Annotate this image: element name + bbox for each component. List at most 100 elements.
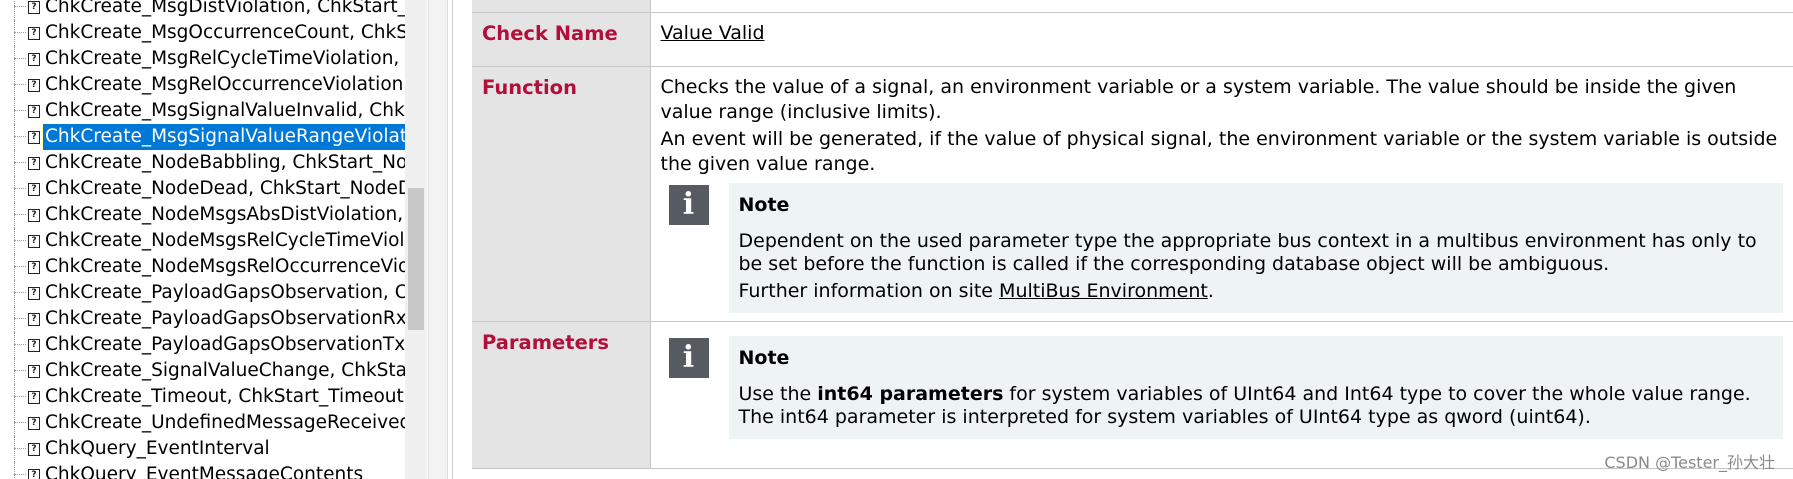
tree-item[interactable]: ? ChkCreate_MsgSignalValueRangeViolatio <box>0 124 405 150</box>
tree-connector-line <box>14 384 15 410</box>
tree-item-label[interactable]: ChkQuery_EventInterval <box>43 436 272 462</box>
tree-item-label[interactable]: ChkCreate_UndefinedMessageReceived, C <box>43 410 405 436</box>
tree-connector-line <box>14 436 15 462</box>
tree-item-label[interactable]: ChkCreate_MsgSignalValueInvalid, ChkSta <box>43 98 405 124</box>
tree-item[interactable]: ? ChkCreate_MsgOccurrenceCount, ChkStar <box>0 20 405 46</box>
tree-item[interactable]: ? ChkCreate_NodeBabbling, ChkStart_Node <box>0 150 405 176</box>
tree-item-label[interactable]: ChkCreate_NodeDead, ChkStart_NodeDea <box>43 176 405 202</box>
tree-item-label[interactable]: ChkCreate_SignalValueChange, ChkStart_ <box>43 358 405 384</box>
tree-branch-line <box>14 6 26 7</box>
topic-tree-pane: ? ChkCreate_MsgDistViolation, ChkStart_Ms… <box>0 0 428 479</box>
tree-connector-line <box>14 124 15 150</box>
help-page-icon: ? <box>28 443 40 456</box>
tree-item[interactable]: ? ChkCreate_NodeMsgsRelOccurrenceViola <box>0 254 405 280</box>
pane-splitter[interactable] <box>428 0 448 479</box>
tree-item[interactable]: ? ChkCreate_PayloadGapsObservationTx, Cl <box>0 332 405 358</box>
tree-item-label[interactable]: ChkCreate_MsgRelCycleTimeViolation, Ch <box>43 46 405 72</box>
tree-item-label[interactable]: ChkCreate_Timeout, ChkStart_Timeout <box>43 384 405 410</box>
tree-item-label[interactable]: ChkCreate_NodeMsgsRelOccurrenceViola <box>43 254 405 280</box>
tree-item[interactable]: ? ChkCreate_MsgDistViolation, ChkStart_Ms <box>0 0 405 20</box>
help-page-icon: ? <box>28 339 40 352</box>
help-page-icon: ? <box>28 27 40 40</box>
tree-item-label[interactable]: ChkCreate_PayloadGapsObservationTx, Cl <box>43 332 405 358</box>
function-note-text: Dependent on the used parameter type the… <box>738 229 1757 275</box>
parameters-note-title: Note <box>738 346 790 369</box>
tree-branch-line <box>14 240 26 241</box>
tree-item-label[interactable]: ChkCreate_MsgDistViolation, ChkStart_Ms <box>43 0 405 20</box>
tree-item[interactable]: ? ChkCreate_MsgRelCycleTimeViolation, Ch <box>0 46 405 72</box>
tree-item-label[interactable]: ChkCreate_MsgRelOccurrenceViolation, C <box>43 72 405 98</box>
help-page-icon: ? <box>28 261 40 274</box>
further-info-prefix: Further information on site <box>738 279 1000 302</box>
parameters-description: i Note Use the int64 parameters for syst… <box>650 321 1793 469</box>
function-description: Checks the value of a signal, an environ… <box>650 66 1793 322</box>
tree-item-label[interactable]: ChkCreate_NodeMsgsRelCycleTimeViolat <box>43 228 405 254</box>
tree-item-label[interactable]: ChkCreate_PayloadGapsObservation, Chk <box>43 280 405 306</box>
function-note-body: Note Dependent on the used parameter typ… <box>728 182 1783 313</box>
tree-item-label[interactable]: ChkCreate_MsgSignalValueRangeViolatio <box>42 124 405 150</box>
multibus-environment-link[interactable]: MultiBus Environment <box>999 280 1208 302</box>
content-border <box>452 0 466 479</box>
help-page-icon: ? <box>28 105 40 118</box>
help-page-icon: ? <box>28 209 40 222</box>
tree-item[interactable]: ? ChkCreate_NodeMsgsAbsDistViolation, C <box>0 202 405 228</box>
tree-item-label[interactable]: ChkCreate_PayloadGapsObservationRx, C <box>43 306 405 332</box>
tree-branch-line <box>14 84 26 85</box>
help-page-icon: ? <box>28 313 40 326</box>
tree-branch-line <box>14 136 26 137</box>
help-page-icon: ? <box>28 183 40 196</box>
param-note-prefix: Use the <box>738 382 818 405</box>
parameters-row: Parameters i Note Use the int64 paramete… <box>472 321 1793 469</box>
tree-connector-line <box>14 332 15 358</box>
tree-item[interactable]: ? ChkCreate_PayloadGapsObservationRx, C <box>0 306 405 332</box>
tree-item[interactable]: ? ChkCreate_SignalValueChange, ChkStart_ <box>0 358 405 384</box>
help-page-icon: ? <box>28 417 40 430</box>
tree-branch-line <box>14 266 26 267</box>
tree-item[interactable]: ? ChkCreate_NodeMsgsRelCycleTimeViolat <box>0 228 405 254</box>
tree-branch-line <box>14 422 26 423</box>
check-name-label: Check Name <box>472 12 651 67</box>
tree-item-label[interactable]: ChkQuery_EventMessageContents <box>43 462 365 479</box>
function-para-2: An event will be generated, if the value… <box>660 127 1778 175</box>
tree-item[interactable]: ? ChkCreate_MsgRelOccurrenceViolation, C <box>0 72 405 98</box>
tree-scrollbar-thumb[interactable] <box>408 188 424 330</box>
tree-item-label[interactable]: ChkCreate_NodeMsgsAbsDistViolation, C <box>43 202 405 228</box>
tree-item[interactable]: ? ChkCreate_UndefinedMessageReceived, C <box>0 410 405 436</box>
tree-branch-line <box>14 448 26 449</box>
info-icon: i <box>668 337 709 378</box>
function-row: Function Checks the value of a signal, a… <box>472 66 1793 322</box>
tree-connector-line <box>14 202 15 228</box>
watermark: CSDN @Tester_孙大壮 <box>1604 453 1775 472</box>
tree-branch-line <box>14 318 26 319</box>
tree-item[interactable]: ? ChkQuery_EventMessageContents <box>0 462 405 479</box>
help-page-icon: ? <box>28 235 40 248</box>
parameters-note: i Note Use the int64 parameters for syst… <box>668 335 1783 460</box>
tree-connector-line <box>14 228 15 254</box>
check-name-link[interactable]: Value Valid <box>661 22 765 44</box>
tree-branch-line <box>14 474 26 475</box>
tree-item[interactable]: ? ChkCreate_NodeDead, ChkStart_NodeDea <box>0 176 405 202</box>
tree-connector-line <box>14 358 15 384</box>
tree-connector-line <box>14 0 15 20</box>
help-page-icon: ? <box>28 469 40 479</box>
help-page-icon: ? <box>28 131 40 144</box>
tree-item[interactable]: ? ChkCreate_PayloadGapsObservation, Chk <box>0 280 405 306</box>
tree-branch-line <box>14 110 26 111</box>
tree-item[interactable]: ? ChkQuery_EventInterval <box>0 436 405 462</box>
help-page-icon: ? <box>28 79 40 92</box>
tree-item-label[interactable]: ChkCreate_MsgOccurrenceCount, ChkStar <box>43 20 405 46</box>
tree-connector-line <box>14 254 15 280</box>
further-info-suffix: . <box>1207 279 1214 302</box>
tree-item[interactable]: ? ChkCreate_Timeout, ChkStart_Timeout <box>0 384 405 410</box>
function-info-table: Check Name Value Valid Function Checks t… <box>472 0 1793 469</box>
tree-item[interactable]: ? ChkCreate_MsgSignalValueInvalid, ChkSta <box>0 98 405 124</box>
tree-connector-line <box>14 462 15 479</box>
tree-item-label[interactable]: ChkCreate_NodeBabbling, ChkStart_Node <box>43 150 405 176</box>
help-page-icon: ? <box>28 287 40 300</box>
tree-connector-line <box>14 280 15 306</box>
tree-branch-line <box>14 32 26 33</box>
tree-branch-line <box>14 370 26 371</box>
tree-connector-line <box>14 72 15 98</box>
tree-connector-line <box>14 20 15 46</box>
tree-scrollbar[interactable] <box>405 0 427 479</box>
